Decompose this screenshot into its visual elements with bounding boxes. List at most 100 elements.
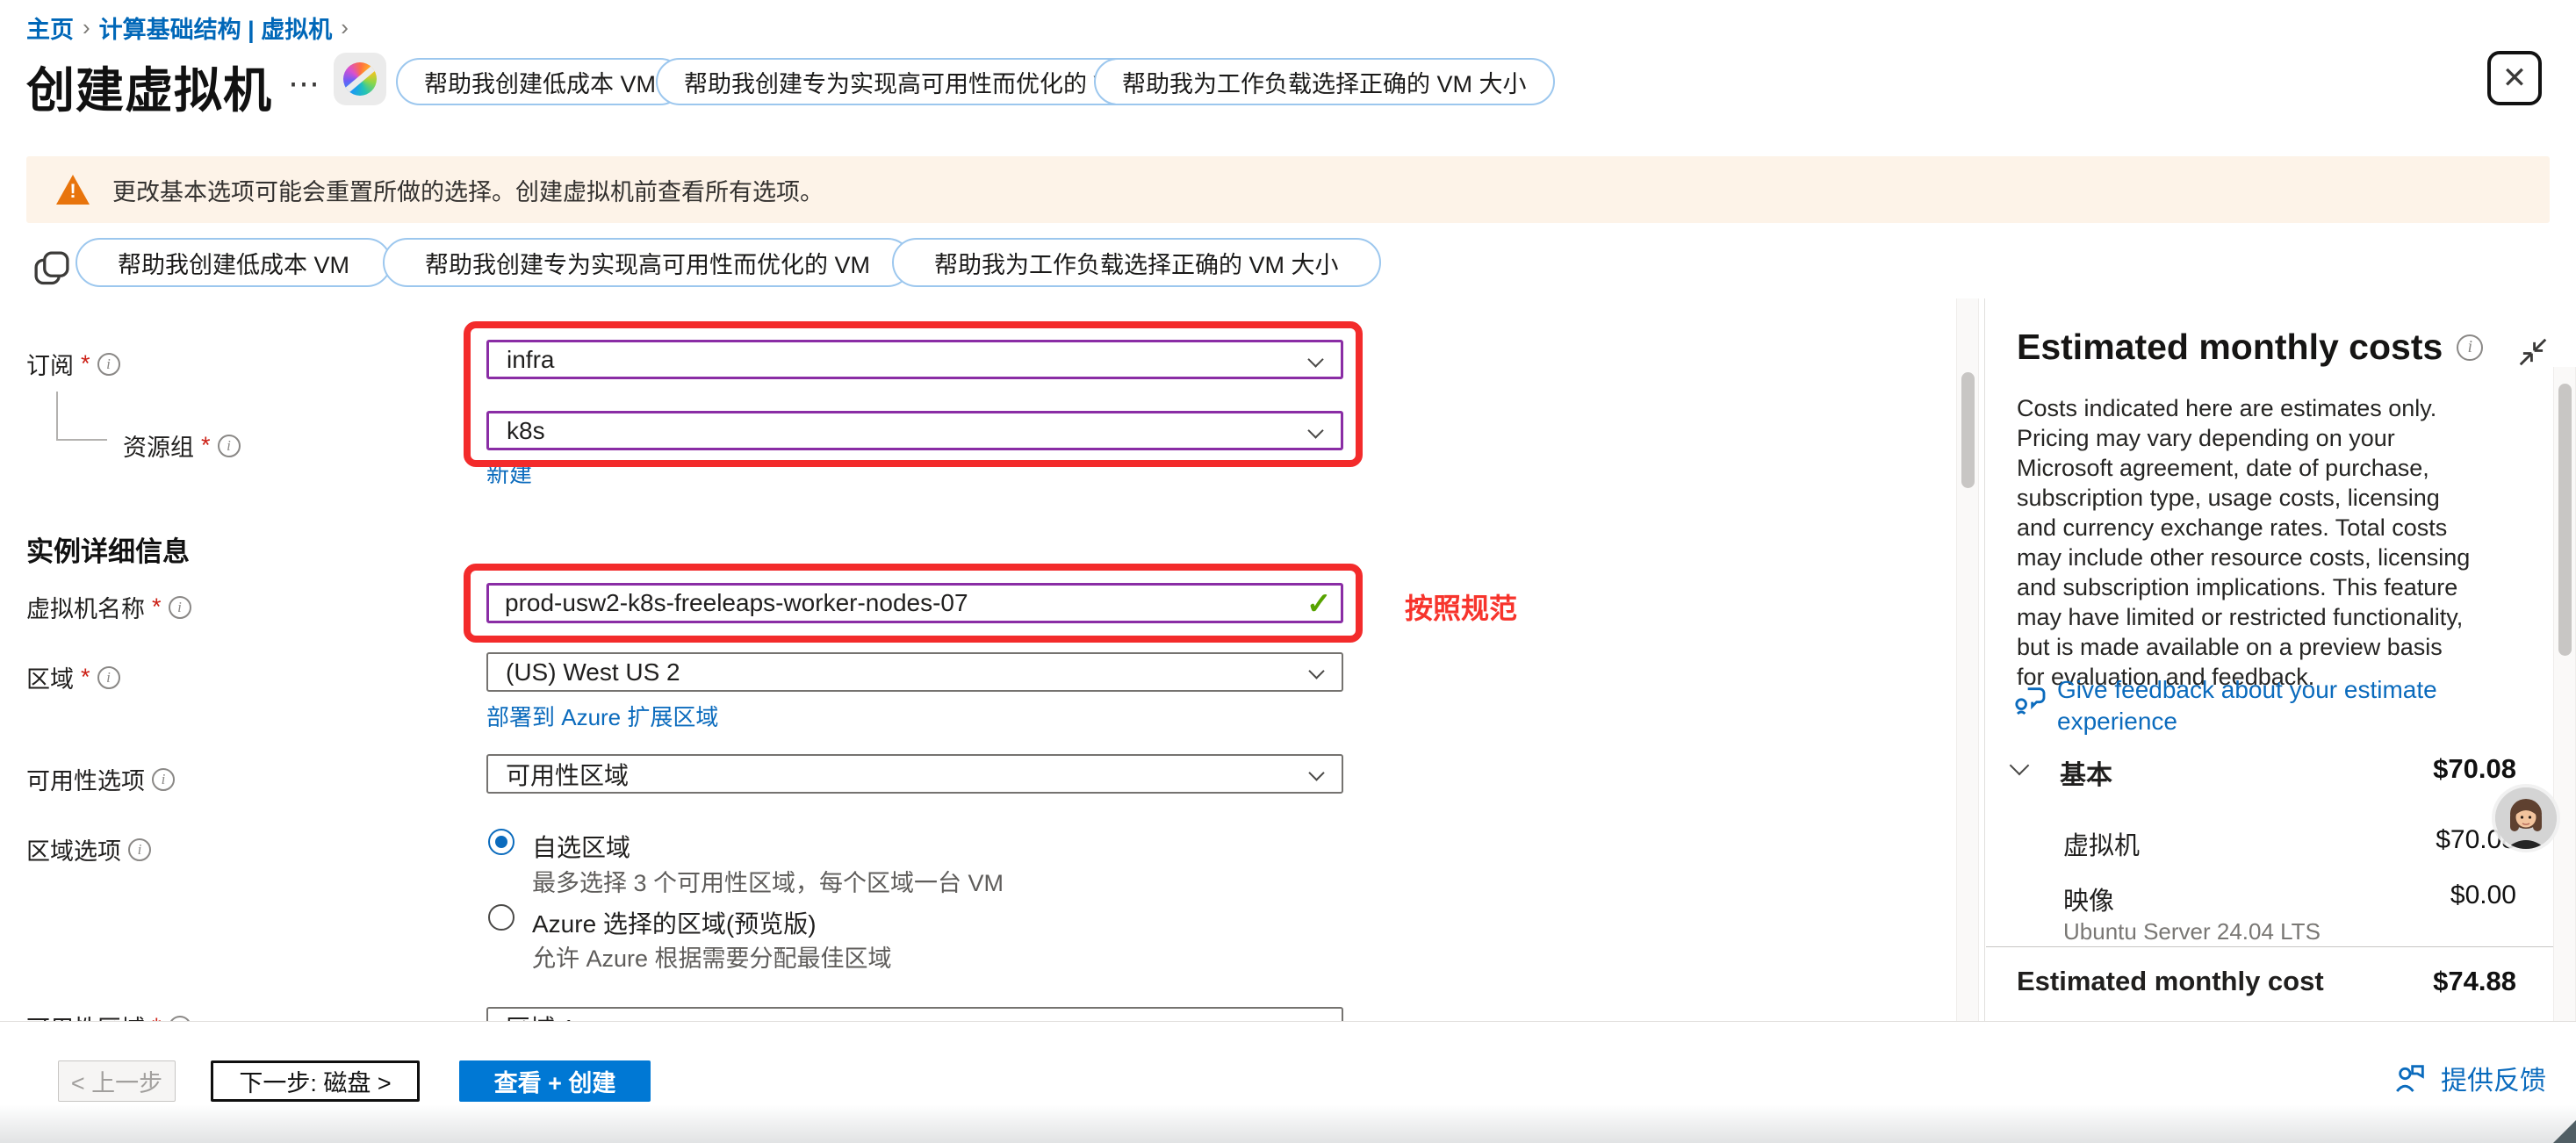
breadcrumb-section-link[interactable]: 计算基础结构 | 虚拟机 — [99, 11, 333, 45]
cost-row-subtitle: Ubuntu Server 24.04 LTS — [2063, 918, 2321, 945]
availability-zone-label: 可用性区域 * i — [26, 1010, 191, 1021]
subscription-value: infra — [507, 346, 554, 374]
resource-group-label: 资源组 * i — [123, 428, 241, 463]
copilot-suggestion-low-cost-2[interactable]: 帮助我创建低成本 VM — [76, 238, 392, 287]
required-asterisk: * — [152, 1013, 162, 1021]
availability-options-label-text: 可用性选项 — [26, 762, 145, 796]
content-scrollbar-thumb[interactable] — [1961, 372, 1975, 488]
page-title: 创建虚拟机 — [26, 51, 272, 121]
collapse-panel-icon[interactable] — [2516, 335, 2550, 369]
panel-divider — [1984, 298, 1985, 1021]
info-icon[interactable]: i — [2457, 334, 2483, 361]
availability-zone-label-text: 可用性区域 — [26, 1010, 145, 1021]
region-label-text: 区域 — [26, 660, 74, 694]
resource-group-select[interactable]: k8s — [486, 411, 1343, 450]
chevron-down-icon — [1308, 663, 1324, 679]
region-select[interactable]: (US) West US 2 — [486, 652, 1343, 692]
required-asterisk: * — [201, 432, 211, 459]
chevron-down-icon — [1307, 422, 1323, 438]
panel-scrollbar-thumb[interactable] — [2558, 384, 2572, 656]
cost-panel-header: Estimated monthly costs i — [2017, 327, 2483, 368]
availability-zone-select[interactable]: 区域 1 — [486, 1007, 1343, 1021]
estimate-feedback-link[interactable]: Give feedback about your estimate experi… — [2057, 674, 2479, 737]
radio-self-select-desc: 最多选择 3 个可用性区域，每个区域一台 VM — [532, 864, 1004, 898]
assistant-avatar[interactable] — [2495, 787, 2557, 849]
close-button[interactable]: ✕ — [2487, 51, 2542, 105]
vm-name-input[interactable] — [486, 583, 1343, 623]
panel-scrollbar-track[interactable] — [2553, 367, 2576, 1021]
breadcrumb-separator: › — [332, 14, 357, 41]
zone-options-label: 区域选项 i — [26, 832, 151, 866]
previous-button[interactable]: < 上一步 — [58, 1060, 176, 1102]
copilot-suggestion-vm-size-2[interactable]: 帮助我为工作负载选择正确的 VM 大小 — [892, 238, 1381, 287]
feedback-bubbles-icon — [2013, 683, 2048, 718]
more-menu-button[interactable]: ⋯ — [288, 65, 321, 102]
cost-total-label: Estimated monthly cost — [2017, 966, 2324, 997]
feedback-button[interactable]: 提供反馈 — [2393, 1059, 2546, 1097]
cost-group-value: $70.08 — [2433, 753, 2516, 785]
warning-text: 更改基本选项可能会重置所做的选择。创建虚拟机前查看所有选项。 — [112, 173, 824, 207]
extended-zones-link[interactable]: 部署到 Azure 扩展区域 — [486, 700, 718, 732]
copilot-suggestion-high-availability[interactable]: 帮助我创建专为实现高可用性而优化的 VM — [656, 58, 1157, 105]
close-icon: ✕ — [2502, 61, 2528, 96]
warning-icon: ! — [56, 175, 90, 205]
breadcrumb: 主页 › 计算基础结构 | 虚拟机 › — [26, 11, 357, 45]
radio-self-select-label[interactable]: 自选区域 — [532, 829, 630, 864]
tree-connector — [56, 392, 58, 441]
radio-self-select-zones[interactable] — [488, 829, 514, 855]
copilot-suggestion-low-cost[interactable]: 帮助我创建低成本 VM — [396, 58, 684, 105]
copilot-suggestion-high-availability-2[interactable]: 帮助我创建专为实现高可用性而优化的 VM — [383, 238, 912, 287]
required-asterisk: * — [81, 350, 90, 377]
main-content: 主页 › 计算基础结构 | 虚拟机 › 创建虚拟机 ⋯ 帮助我创建低成本 VM … — [0, 0, 2576, 1021]
availability-options-select[interactable]: 可用性区域 — [486, 754, 1343, 794]
cost-total-value: $74.88 — [2433, 966, 2516, 997]
create-new-link[interactable]: 新建 — [486, 456, 532, 489]
footer-bar: < 上一步 下一步: 磁盘 > 查看 + 创建 提供反馈 — [0, 1021, 2576, 1143]
validation-check-icon: ✓ — [1306, 586, 1332, 622]
availability-options-value: 可用性区域 — [506, 757, 629, 792]
info-icon[interactable]: i — [128, 838, 151, 861]
next-disks-button[interactable]: 下一步: 磁盘 > — [211, 1060, 420, 1102]
subscription-label: 订阅 * i — [26, 347, 120, 381]
cost-group-label: 基本 — [2060, 753, 2112, 792]
info-icon[interactable]: i — [218, 435, 241, 457]
subscription-select[interactable]: infra — [486, 340, 1343, 379]
copilot-suggestion-vm-size[interactable]: 帮助我为工作负载选择正确的 VM 大小 — [1094, 58, 1555, 105]
required-asterisk: * — [152, 593, 162, 621]
instance-details-heading: 实例详细信息 — [26, 529, 190, 569]
cost-row-label: 映像 — [2063, 881, 2114, 917]
person-feedback-icon — [2393, 1060, 2428, 1096]
warning-banner: ! 更改基本选项可能会重置所做的选择。创建虚拟机前查看所有选项。 — [26, 156, 2550, 223]
chevron-down-icon[interactable] — [2010, 756, 2030, 776]
corner-grip[interactable] — [2553, 1120, 2576, 1143]
chevron-down-icon — [1307, 351, 1323, 367]
radio-azure-selected-desc: 允许 Azure 根据需要分配最佳区域 — [532, 939, 892, 974]
info-icon[interactable]: i — [152, 768, 175, 791]
info-icon[interactable]: i — [169, 596, 191, 619]
availability-zone-value: 区域 1 — [506, 1010, 575, 1022]
region-label: 区域 * i — [26, 660, 120, 694]
vm-name-label-text: 虚拟机名称 — [26, 590, 145, 624]
availability-options-label: 可用性选项 i — [26, 762, 175, 796]
region-value: (US) West US 2 — [506, 658, 680, 687]
content-scrollbar-track[interactable] — [1956, 298, 1979, 1021]
cost-panel-description: Costs indicated here are estimates only.… — [2017, 393, 2473, 692]
info-icon[interactable]: i — [97, 353, 120, 376]
feedback-label: 提供反馈 — [2441, 1059, 2546, 1097]
breadcrumb-home-link[interactable]: 主页 — [26, 11, 74, 45]
zone-options-label-text: 区域选项 — [26, 832, 121, 866]
breadcrumb-separator: › — [74, 14, 99, 41]
radio-azure-selected-zones[interactable] — [488, 904, 514, 931]
resource-group-value: k8s — [507, 417, 545, 445]
cost-panel-divider — [1986, 946, 2553, 947]
vm-name-annotation: 按照规范 — [1405, 586, 1517, 627]
radio-azure-selected-label[interactable]: Azure 选择的区域(预览版) — [532, 905, 817, 940]
info-icon[interactable]: i — [97, 666, 120, 689]
cost-row-value: $0.00 — [2450, 881, 2516, 910]
vm-name-label: 虚拟机名称 * i — [26, 590, 191, 624]
avatar-image — [2495, 787, 2557, 849]
copilot-button[interactable] — [334, 53, 386, 105]
copilot-outline-icon[interactable] — [32, 249, 71, 288]
review-create-button[interactable]: 查看 + 创建 — [459, 1060, 651, 1102]
tree-connector — [56, 439, 107, 441]
